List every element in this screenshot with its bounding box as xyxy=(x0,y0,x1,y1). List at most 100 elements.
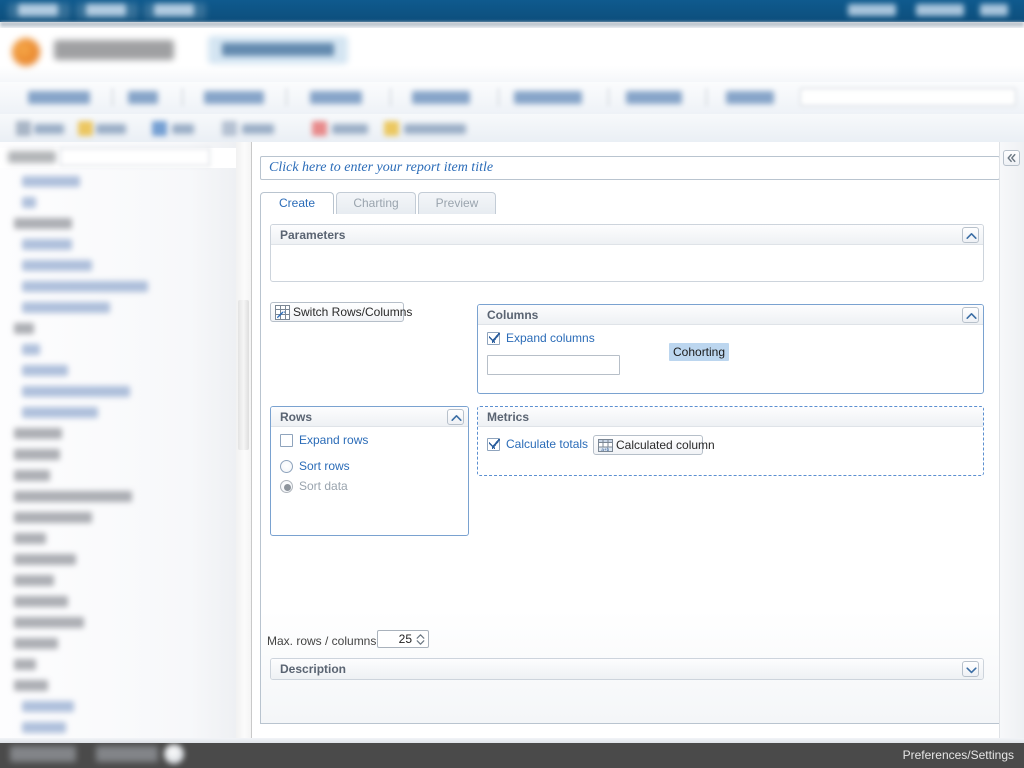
sidebar-scrollbar-thumb[interactable] xyxy=(238,300,249,450)
app-wordmark xyxy=(54,40,174,60)
nav-item-active[interactable] xyxy=(514,91,582,104)
sidebar-item[interactable] xyxy=(22,260,92,271)
switch-rows-columns-button[interactable]: Switch Rows/Columns xyxy=(270,302,412,322)
sidebar-group-header[interactable] xyxy=(14,659,36,670)
sidebar-group-header[interactable] xyxy=(14,575,54,586)
sidebar-item[interactable] xyxy=(22,239,72,250)
columns-panel-title: Columns xyxy=(487,308,539,322)
toolbar-copy-icon[interactable] xyxy=(222,121,237,136)
report-title-input[interactable] xyxy=(260,156,1000,180)
calculated-column-icon: a+b xyxy=(598,438,613,458)
sidebar-item[interactable] xyxy=(22,722,66,733)
calculate-totals-checkbox-row[interactable]: Calculate totals xyxy=(487,437,588,451)
sidebar-group-header[interactable] xyxy=(14,638,58,649)
rows-collapse-toggle[interactable] xyxy=(447,409,464,425)
sidebar-group-header[interactable] xyxy=(14,449,60,460)
metrics-panel-header: Metrics xyxy=(478,407,983,427)
rows-panel-body: Expand rows Sort rows Sort data xyxy=(271,427,468,535)
calculated-column-button[interactable]: a+b Calculated column xyxy=(593,435,715,458)
sidebar-item[interactable] xyxy=(22,197,36,208)
taskbar-item[interactable] xyxy=(96,746,158,762)
expand-columns-checkbox-row[interactable]: Expand columns xyxy=(487,331,595,345)
toolbar-delete-icon[interactable] xyxy=(312,121,327,136)
columns-collapse-toggle[interactable] xyxy=(962,307,979,323)
sidebar-item[interactable] xyxy=(22,386,130,397)
tab-preview[interactable]: Preview xyxy=(418,192,496,214)
chevron-up-icon xyxy=(966,233,977,239)
nav-item[interactable] xyxy=(726,91,774,104)
stepper-arrows[interactable] xyxy=(415,632,426,647)
nav-item[interactable] xyxy=(204,91,264,104)
preferences-settings-link[interactable]: Preferences/Settings xyxy=(903,748,1014,762)
expand-rows-checkbox-row[interactable]: Expand rows xyxy=(280,433,368,447)
sidebar-item[interactable] xyxy=(22,407,98,418)
sidebar-group-header[interactable] xyxy=(14,218,72,229)
nav-item[interactable] xyxy=(28,91,90,104)
nav-item[interactable] xyxy=(310,91,362,104)
sidebar-item[interactable] xyxy=(22,344,40,355)
left-sidebar[interactable] xyxy=(0,142,236,738)
toolbar-run-icon[interactable] xyxy=(384,121,399,136)
columns-field-input[interactable] xyxy=(487,355,620,375)
calculate-totals-checkbox[interactable] xyxy=(487,438,500,451)
tab-charting[interactable]: Charting xyxy=(336,192,416,214)
sidebar-group-header[interactable] xyxy=(14,491,132,502)
max-rows-stepper[interactable]: 25 xyxy=(377,630,429,648)
sidebar-group-header[interactable] xyxy=(14,596,68,607)
create-tab-panel: Parameters Switch Rows/Columns Columns E… xyxy=(260,214,1000,724)
expand-rows-checkbox[interactable] xyxy=(280,434,293,447)
sidebar-item[interactable] xyxy=(22,176,80,187)
tab-create[interactable]: Create xyxy=(260,192,334,214)
nav-divider xyxy=(608,88,609,106)
parameters-collapse-toggle[interactable] xyxy=(962,227,979,243)
columns-panel: Columns Expand columns Cohorting xyxy=(477,304,984,394)
nav-item[interactable] xyxy=(412,91,470,104)
sidebar-group-header[interactable] xyxy=(14,428,62,439)
toolbar-open-icon[interactable] xyxy=(78,121,93,136)
toolbar-save-icon[interactable] xyxy=(152,121,167,136)
parameters-panel-body[interactable] xyxy=(271,245,983,281)
max-rows-label: Max. rows / columns xyxy=(267,634,377,648)
sidebar-group-header[interactable] xyxy=(14,512,92,523)
sidebar-group-header[interactable] xyxy=(14,680,48,691)
sidebar-item[interactable] xyxy=(22,281,148,292)
toolbar-button-label xyxy=(96,124,126,134)
report-editor: Create Charting Preview Parameters xyxy=(252,142,1024,738)
nav-divider xyxy=(498,88,499,106)
sort-data-radio-row: Sort data xyxy=(280,479,348,493)
sidebar-item[interactable] xyxy=(22,302,110,313)
sidebar-group-header[interactable] xyxy=(14,470,50,481)
calculated-column-label: Calculated column xyxy=(616,438,715,452)
editor-tabs: Create Charting Preview xyxy=(260,192,1000,214)
taskbar-item[interactable] xyxy=(10,746,76,762)
toolbar-new-icon[interactable] xyxy=(16,121,31,136)
toolbar-button-label xyxy=(34,124,64,134)
global-search-input[interactable] xyxy=(800,88,1016,106)
sidebar-group-header[interactable] xyxy=(14,617,84,628)
sort-rows-radio-row[interactable]: Sort rows xyxy=(280,459,350,473)
sidebar-search-input[interactable] xyxy=(60,148,210,166)
top-right-item-label xyxy=(916,4,964,16)
sort-rows-radio[interactable] xyxy=(280,460,293,473)
expand-columns-checkbox[interactable] xyxy=(487,332,500,345)
columns-panel-header[interactable]: Columns xyxy=(478,305,983,325)
sidebar-item[interactable] xyxy=(22,365,68,376)
sort-rows-label: Sort rows xyxy=(299,459,350,473)
sidebar-group-header[interactable] xyxy=(14,323,34,334)
sidebar-group-header[interactable] xyxy=(14,554,76,565)
nav-item[interactable] xyxy=(626,91,682,104)
tab-preview-label: Preview xyxy=(435,196,479,210)
collapse-right-panel-button[interactable] xyxy=(1003,150,1020,166)
sidebar-group-header[interactable] xyxy=(14,533,46,544)
calculate-totals-label: Calculate totals xyxy=(506,437,589,451)
description-panel-header[interactable]: Description xyxy=(271,659,983,679)
expand-columns-label: Expand columns xyxy=(506,331,595,345)
nav-item[interactable] xyxy=(128,91,158,104)
sidebar-item[interactable] xyxy=(22,701,74,712)
parameters-panel-header[interactable]: Parameters xyxy=(271,225,983,245)
cohorting-chip[interactable]: Cohorting xyxy=(669,343,730,361)
description-collapse-toggle[interactable] xyxy=(962,661,979,677)
description-panel-title: Description xyxy=(280,662,347,676)
taskbar-orb-icon[interactable] xyxy=(164,744,184,764)
rows-panel-header[interactable]: Rows xyxy=(271,407,468,427)
